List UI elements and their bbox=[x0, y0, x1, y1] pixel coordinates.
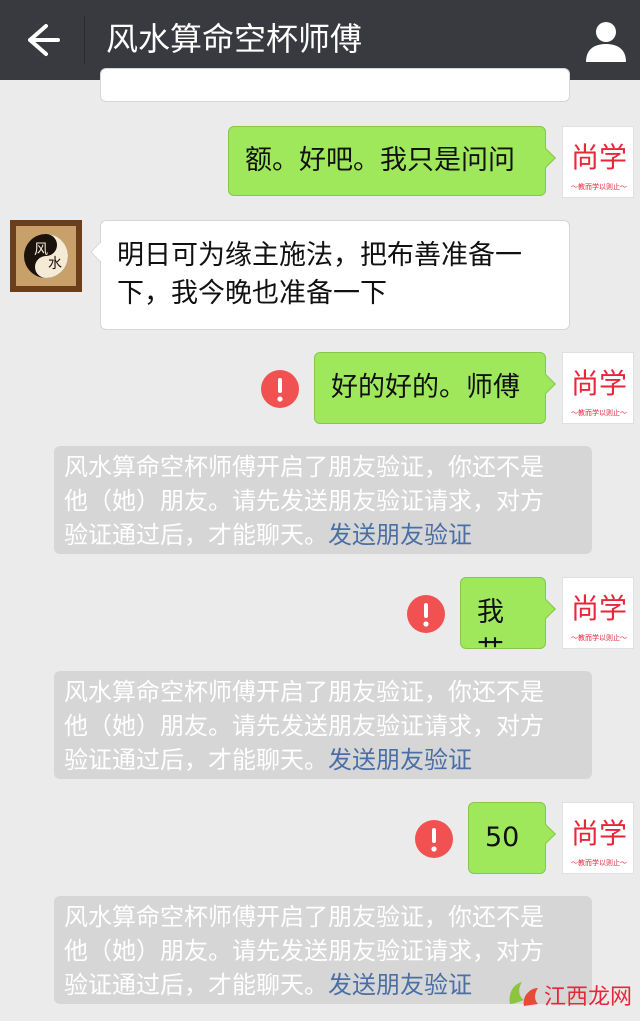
message-text: 50 bbox=[485, 822, 520, 853]
notice-line2: 他（她）朋友。请先发送朋友验证请求，对方 bbox=[64, 712, 544, 740]
logo-text: 尚学 bbox=[571, 367, 627, 400]
system-notice: 风水算命空杯师傅开启了朋友验证，你还不是 他（她）朋友。请先发送朋友验证请求，对… bbox=[54, 671, 592, 779]
my-avatar[interactable]: 尚学 ～教而学以则止～ bbox=[562, 802, 634, 874]
avatar-char-right: 水 bbox=[48, 256, 62, 272]
logo-tagline: ～教而学以则止～ bbox=[571, 633, 627, 642]
logo-text: 尚学 bbox=[571, 141, 627, 174]
message-text: 好的好的。师傅 bbox=[331, 372, 520, 403]
bagua-logo: 风 水 bbox=[10, 220, 82, 292]
message-text-line2: 下，我今晚也准备一下 bbox=[117, 278, 387, 309]
shangxue-logo: 尚学 ～教而学以则止～ bbox=[571, 817, 627, 867]
my-avatar[interactable]: 尚学 ～教而学以则止～ bbox=[562, 126, 634, 198]
notice-line3-prefix: 验证通过后，才能聊天。 bbox=[64, 971, 328, 999]
logo-tagline: ～教而学以则止～ bbox=[571, 182, 627, 191]
notice-line3: 验证通过后，才能聊天。发送朋友验证 bbox=[64, 743, 582, 777]
message-text: 额。好吧。我只是问问 bbox=[245, 145, 515, 176]
my-message-bubble[interactable]: 50 bbox=[468, 802, 556, 874]
previous-message-bubble bbox=[100, 68, 570, 102]
notice-line3-prefix: 验证通过后，才能聊天。 bbox=[64, 746, 328, 774]
send-verification-link[interactable]: 发送朋友验证 bbox=[328, 746, 472, 774]
logo-text: 尚学 bbox=[571, 817, 627, 850]
my-avatar[interactable]: 尚学 ～教而学以则止～ bbox=[562, 577, 634, 649]
avatar-char-left: 风 bbox=[34, 242, 48, 258]
back-arrow-icon[interactable] bbox=[18, 18, 62, 62]
my-message-bubble[interactable]: 我艹 bbox=[460, 577, 556, 666]
send-verification-link[interactable]: 发送朋友验证 bbox=[328, 971, 472, 999]
header-divider bbox=[84, 16, 85, 64]
notice-line2: 他（她）朋友。请先发送朋友验证请求，对方 bbox=[64, 937, 544, 965]
notice-line3-prefix: 验证通过后，才能聊天。 bbox=[64, 521, 328, 549]
watermark-text: 江西龙网 bbox=[544, 985, 632, 1010]
my-message-bubble[interactable]: 好的好的。师傅 bbox=[314, 352, 556, 424]
chat-area[interactable]: 额。好吧。我只是问问 尚学 ～教而学以则止～ 风 水 明日可为缘主施法，把布善准… bbox=[0, 68, 640, 1021]
master-message-bubble[interactable]: 明日可为缘主施法，把布善准备一 下，我今晚也准备一下 bbox=[90, 220, 570, 330]
exclamation-circle-icon[interactable] bbox=[414, 819, 454, 859]
watermark-logo: 江西龙网 bbox=[509, 982, 632, 1010]
my-message-bubble[interactable]: 额。好吧。我只是问问 bbox=[228, 126, 556, 196]
shangxue-logo: 尚学 ～教而学以则止～ bbox=[571, 141, 627, 191]
notice-line1: 风水算命空杯师傅开启了朋友验证，你还不是 bbox=[64, 903, 544, 931]
notice-line1: 风水算命空杯师傅开启了朋友验证，你还不是 bbox=[64, 453, 544, 481]
send-verification-link[interactable]: 发送朋友验证 bbox=[328, 521, 472, 549]
shangxue-logo: 尚学 ～教而学以则止～ bbox=[571, 592, 627, 642]
logo-tagline: ～教而学以则止～ bbox=[571, 408, 627, 417]
my-avatar[interactable]: 尚学 ～教而学以则止～ bbox=[562, 352, 634, 424]
exclamation-circle-icon[interactable] bbox=[260, 369, 300, 409]
system-notice: 风水算命空杯师傅开启了朋友验证，你还不是 他（她）朋友。请先发送朋友验证请求，对… bbox=[54, 446, 592, 554]
notice-line2: 他（她）朋友。请先发送朋友验证请求，对方 bbox=[64, 487, 544, 515]
person-icon[interactable] bbox=[582, 16, 630, 64]
message-text-line1: 明日可为缘主施法，把布善准备一 bbox=[117, 240, 522, 271]
master-avatar[interactable]: 风 水 bbox=[10, 220, 82, 292]
chat-title: 风水算命空杯师傅 bbox=[106, 20, 363, 58]
exclamation-circle-icon[interactable] bbox=[406, 594, 446, 634]
notice-line3: 验证通过后，才能聊天。发送朋友验证 bbox=[64, 518, 582, 552]
logo-tagline: ～教而学以则止～ bbox=[571, 858, 627, 867]
message-text: 我艹 bbox=[477, 597, 504, 666]
logo-text: 尚学 bbox=[571, 592, 627, 625]
shangxue-logo: 尚学 ～教而学以则止～ bbox=[571, 367, 627, 417]
notice-line1: 风水算命空杯师傅开启了朋友验证，你还不是 bbox=[64, 678, 544, 706]
